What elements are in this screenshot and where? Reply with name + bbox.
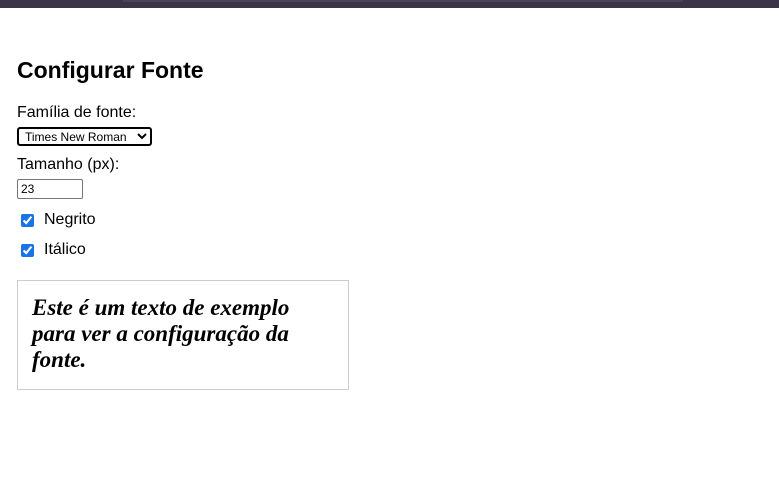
browser-top-bar-strip (123, 0, 683, 2)
font-family-select[interactable]: Times New Roman (17, 127, 152, 146)
page-title: Configurar Fonte (17, 57, 204, 83)
italic-option[interactable]: Itálico (21, 240, 86, 260)
italic-label: Itálico (44, 241, 86, 258)
font-preview-box: Este é um texto de exemplo para ver a co… (17, 280, 349, 390)
browser-top-bar (0, 0, 779, 8)
font-size-input[interactable] (17, 179, 83, 199)
preview-text: Este é um texto de exemplo para ver a co… (32, 295, 290, 372)
bold-checkbox[interactable] (21, 213, 34, 227)
italic-checkbox[interactable] (21, 243, 34, 257)
font-size-label: Tamanho (px): (17, 156, 120, 173)
font-family-label: Família de fonte: (17, 104, 137, 121)
bold-label: Negrito (44, 211, 96, 228)
bold-option[interactable]: Negrito (21, 210, 96, 230)
